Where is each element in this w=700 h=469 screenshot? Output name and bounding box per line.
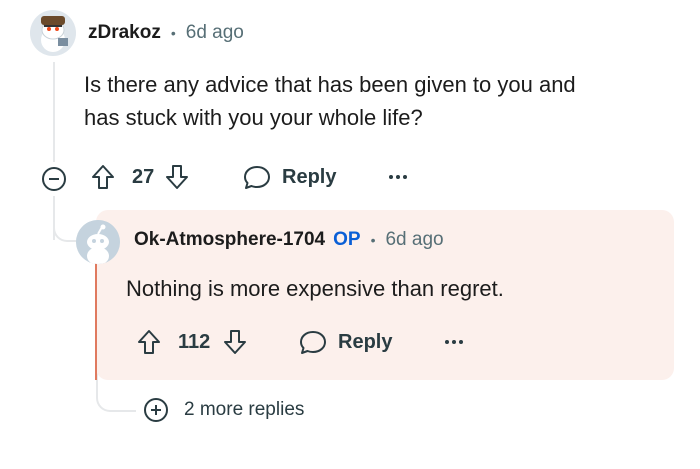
reply-label: Reply: [282, 165, 337, 188]
comment-text-line: Is there any advice that has been given …: [84, 72, 576, 97]
comment-text-line: has stuck with you your whole life?: [84, 105, 423, 130]
downvote-arrow-icon: [166, 165, 189, 189]
vote-count: 27: [132, 165, 155, 188]
more-replies-label: 2 more replies: [184, 399, 305, 420]
vote-count: 112: [178, 330, 211, 353]
upvote-button[interactable]: [90, 163, 116, 191]
meta-separator: •: [370, 232, 376, 248]
upvote-arrow-icon: [92, 165, 114, 189]
snoo-avatar-icon: [76, 220, 120, 264]
speech-bubble-icon: [244, 166, 270, 189]
downvote-button[interactable]: [164, 163, 190, 191]
reply-timestamp[interactable]: 6d ago: [385, 229, 443, 251]
reply-label: Reply: [338, 330, 393, 353]
more-options-button[interactable]: [388, 161, 408, 193]
highlight-bar: [95, 262, 97, 380]
thread-line: [53, 62, 55, 162]
downvote-button[interactable]: [222, 328, 248, 356]
more-replies-button[interactable]: 2 more replies: [142, 396, 304, 424]
reply-body: Nothing is more expensive than regret.: [126, 276, 504, 301]
speech-bubble-icon: [300, 331, 326, 354]
reply-username[interactable]: Ok-Atmosphere-1704: [134, 229, 325, 251]
ellipsis-icon: [389, 175, 407, 179]
downvote-arrow-icon: [224, 330, 247, 354]
comment-username[interactable]: zDrakoz: [88, 22, 161, 44]
plus-circle-icon: [144, 398, 168, 422]
reply-button[interactable]: Reply: [242, 161, 336, 193]
snoo-avatar-icon: [30, 10, 76, 56]
collapse-thread-button[interactable]: [40, 165, 68, 193]
minus-circle-icon: [42, 167, 66, 191]
comment-body: Is there any advice that has been given …: [84, 68, 576, 134]
thread-elbow: [96, 380, 136, 412]
avatar[interactable]: [30, 10, 76, 56]
reply-button[interactable]: Reply: [298, 326, 392, 358]
comment-timestamp[interactable]: 6d ago: [186, 22, 244, 44]
avatar[interactable]: [76, 220, 120, 264]
ellipsis-icon: [445, 340, 463, 344]
op-badge: OP: [333, 229, 361, 250]
more-options-button[interactable]: [444, 326, 464, 358]
upvote-button[interactable]: [136, 328, 162, 356]
meta-separator: •: [170, 25, 176, 41]
upvote-arrow-icon: [138, 330, 160, 354]
